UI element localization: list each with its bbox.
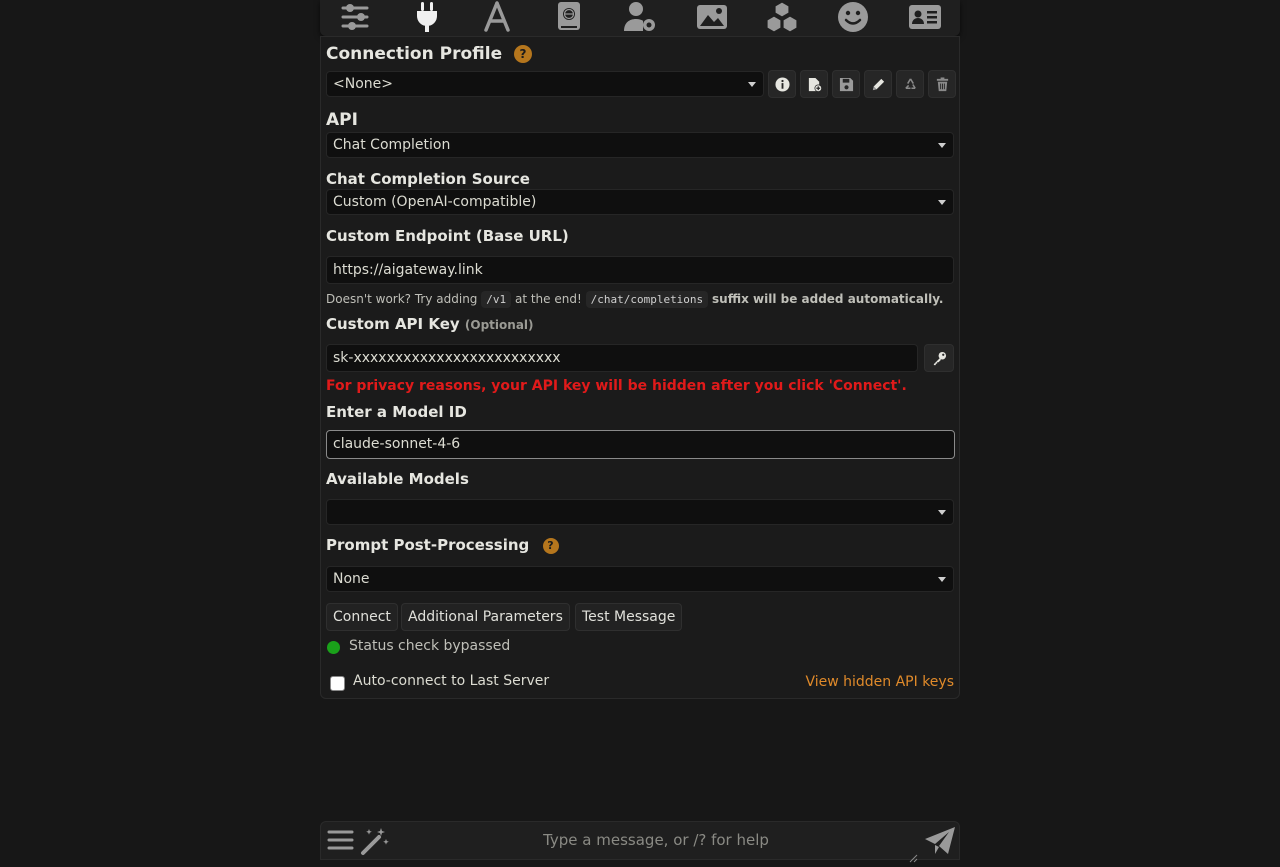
pencil-icon [872,78,884,90]
endpoint-hint-suffix: suffix will be added automatically. [712,292,944,306]
connection-profile-select[interactable]: <None> [326,71,764,97]
api-select[interactable]: Chat Completion [326,132,954,158]
magic-wand-button[interactable] [359,825,391,861]
profile-info-button[interactable] [768,70,796,98]
model-id-input[interactable]: claude-sonnet-4-6 [326,430,955,459]
endpoint-hint-prefix: Doesn't work? Try adding [326,292,478,306]
chevron-down-icon [938,143,946,148]
api-key-value: sk-xxxxxxxxxxxxxxxxxxxxxxxxx [333,350,561,366]
image-icon[interactable] [690,0,734,36]
send-icon [925,827,955,854]
prompt-post-processing-select[interactable]: None [326,566,954,592]
user-gear-icon[interactable] [618,0,662,36]
key-icon [933,351,946,365]
model-id-value: claude-sonnet-4-6 [333,436,461,452]
api-key-label: Custom API Key [326,315,460,333]
model-id-label: Enter a Model ID [326,403,467,421]
resize-handle[interactable] [908,848,918,867]
help-icon[interactable]: ? [542,537,559,554]
endpoint-hint: Doesn't work? Try adding /v1 at the end!… [326,291,944,308]
smile-icon[interactable] [831,0,875,36]
save-icon [839,77,853,91]
connect-button[interactable]: Connect [326,603,398,631]
font-icon[interactable] [475,0,519,36]
top-nav-bar [320,0,960,36]
status-text: Status check bypassed [349,638,511,654]
api-label: API [326,110,358,130]
chat-completion-source-label: Chat Completion Source [326,170,530,188]
auto-connect-label[interactable]: Auto-connect to Last Server [353,673,549,689]
id-card-icon[interactable] [903,0,947,36]
chevron-down-icon [938,510,946,515]
plug-icon[interactable] [405,0,449,36]
message-input[interactable]: Type a message, or /? for help [411,831,901,849]
recycle-icon [904,77,916,89]
custom-endpoint-input[interactable]: https://aigateway.link [326,256,954,284]
send-button[interactable] [924,826,956,860]
info-icon [774,76,790,92]
additional-parameters-button[interactable]: Additional Parameters [401,603,570,631]
test-message-button[interactable]: Test Message [575,603,683,631]
resize-icon [909,854,918,863]
custom-endpoint-value: https://aigateway.link [333,262,483,278]
magic-wand-icon [361,828,389,855]
sliders-icon[interactable] [333,0,377,36]
endpoint-hint-code-v1: /v1 [481,291,512,308]
profile-create-button[interactable] [800,70,828,98]
view-hidden-api-keys-link[interactable]: View hidden API keys [805,674,954,690]
view-api-key-button[interactable] [924,344,954,372]
chevron-down-icon [938,200,946,205]
api-key-optional: (Optional) [464,318,534,332]
status-indicator [327,641,340,654]
options-menu-button[interactable] [327,827,354,858]
chat-input-bar: Type a message, or /? for help [320,821,960,863]
api-key-heading: Custom API Key (Optional) [326,315,534,333]
auto-connect-checkbox[interactable] [330,676,345,691]
api-key-input[interactable]: sk-xxxxxxxxxxxxxxxxxxxxxxxxx [326,344,918,372]
chat-completion-source-selected: Custom (OpenAI-compatible) [333,194,537,210]
connection-profile-title: Connection Profile [326,44,503,64]
cubes-icon[interactable] [760,0,804,36]
profile-save-button[interactable] [832,70,860,98]
available-models-select[interactable] [326,499,954,525]
book-globe-icon[interactable] [547,0,591,36]
chat-completion-source-select[interactable]: Custom (OpenAI-compatible) [326,189,954,215]
endpoint-hint-middle: at the end! [514,292,582,306]
available-models-label: Available Models [326,470,469,488]
api-selected: Chat Completion [333,137,451,153]
connection-profile-selected: <None> [333,76,393,92]
connection-profile-heading: Connection Profile ? [326,44,533,64]
trash-icon [936,76,948,91]
chevron-down-icon [938,577,946,582]
help-icon[interactable]: ? [514,45,533,63]
prompt-post-processing-selected: None [333,571,370,587]
api-connections-panel: Connection Profile ? <None> API Chat Com… [320,36,960,699]
file-plus-icon [808,77,822,92]
prompt-post-processing-label: Prompt Post-Processing [326,536,530,554]
custom-endpoint-label: Custom Endpoint (Base URL) [326,227,569,245]
chevron-down-icon [748,82,756,87]
profile-rename-button[interactable] [864,70,892,98]
privacy-warning: For privacy reasons, your API key will b… [326,378,907,394]
prompt-post-processing-heading: Prompt Post-Processing ? [326,536,559,554]
hamburger-icon [327,830,354,850]
endpoint-hint-code-chat: /chat/completions [585,291,709,308]
profile-reload-button[interactable] [896,70,924,98]
profile-delete-button[interactable] [928,70,956,98]
